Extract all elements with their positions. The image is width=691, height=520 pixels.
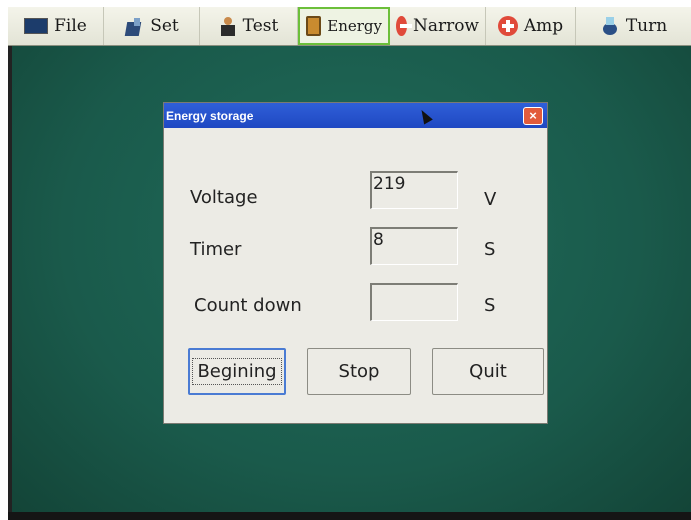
screen: File Set Test Energy Narrow Amp Turn Ene… xyxy=(0,0,691,520)
toolbar-narrow-label: Narrow xyxy=(412,16,479,36)
toolbar-narrow[interactable]: Narrow xyxy=(390,7,486,45)
settings-icon xyxy=(124,16,144,36)
toolbar-amp[interactable]: Amp xyxy=(486,7,576,45)
toolbar-file[interactable]: File xyxy=(8,7,104,45)
toolbar-test[interactable]: Test xyxy=(200,7,298,45)
begin-button[interactable]: Begining xyxy=(188,348,286,395)
toolbar-file-label: File xyxy=(54,16,87,36)
voltage-unit: V xyxy=(484,189,497,210)
monitor-icon xyxy=(24,18,49,34)
countdown-field[interactable] xyxy=(370,283,458,321)
toolbar-set-label: Set xyxy=(150,16,179,36)
countdown-label: Count down xyxy=(194,295,302,316)
voltage-label: Voltage xyxy=(190,187,258,208)
toolbar-turn-label: Turn xyxy=(625,16,668,36)
rotate-icon xyxy=(600,15,620,37)
toolbar-amp-label: Amp xyxy=(523,16,564,36)
main-toolbar: File Set Test Energy Narrow Amp Turn xyxy=(8,7,691,46)
plus-circle-icon xyxy=(497,16,518,36)
close-button[interactable]: × xyxy=(523,106,543,125)
dialog-titlebar[interactable]: Energy storage × xyxy=(164,103,547,128)
quit-button-label: Quit xyxy=(469,361,507,382)
toolbar-turn[interactable]: Turn xyxy=(576,7,691,45)
screen-bezel-bottom xyxy=(8,512,691,520)
energy-storage-dialog: Energy storage × Voltage 219 V Timer 8 S… xyxy=(163,102,548,424)
toolbar-test-label: Test xyxy=(242,16,279,36)
toolbar-energy-label: Energy xyxy=(327,17,382,35)
timer-unit: S xyxy=(484,239,496,260)
toolbar-energy[interactable]: Energy xyxy=(298,7,390,45)
stop-button[interactable]: Stop xyxy=(307,348,411,395)
stop-button-label: Stop xyxy=(338,361,380,382)
toolbar-set[interactable]: Set xyxy=(104,7,200,45)
person-icon xyxy=(219,16,237,36)
quit-button[interactable]: Quit xyxy=(432,348,544,395)
battery-book-icon xyxy=(306,16,322,36)
timer-field[interactable]: 8 xyxy=(370,227,458,265)
voltage-field[interactable]: 219 xyxy=(370,171,458,209)
countdown-unit: S xyxy=(484,295,496,316)
minus-circle-icon xyxy=(396,16,412,36)
begin-button-label: Begining xyxy=(192,358,282,385)
dialog-title: Energy storage xyxy=(166,108,254,123)
timer-label: Timer xyxy=(190,239,242,260)
